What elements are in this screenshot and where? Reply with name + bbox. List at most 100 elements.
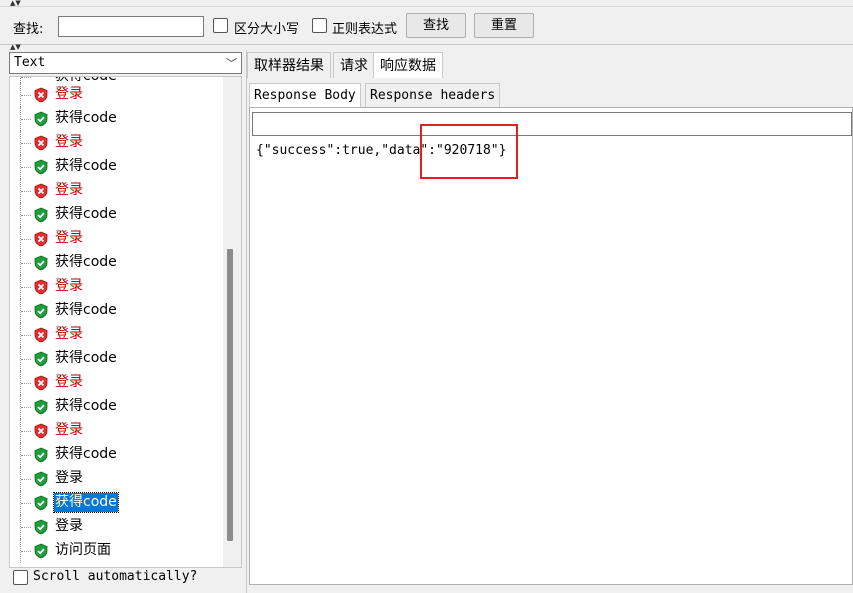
success-shield-icon [33, 207, 49, 223]
tree-connector [20, 395, 32, 419]
tree-item-label: 获得code [55, 254, 117, 270]
search-label: 查找: [13, 22, 44, 37]
tree-item[interactable]: 获得code [10, 491, 220, 515]
error-shield-icon [33, 423, 49, 439]
results-tree[interactable]: 获得code 登录 获得code 登录 获得code 登录 获得code 登录 获得code 登… [9, 76, 242, 568]
tree-item[interactable]: 登录 [10, 131, 220, 155]
success-shield-icon [33, 543, 49, 559]
renderer-select-value: Text [14, 55, 46, 70]
success-shield-icon [33, 495, 49, 511]
error-shield-icon [33, 279, 49, 295]
tree-connector [20, 491, 32, 515]
tree-connector [20, 203, 32, 227]
tree-item[interactable]: 获得code [10, 155, 220, 179]
top-divider: ▲▼ [0, 0, 853, 7]
tree-connector [20, 107, 32, 131]
tree-item-label: 获得code [55, 446, 117, 462]
tree-connector [20, 251, 32, 275]
tree-item-label: 登录 [55, 518, 83, 534]
tree-item[interactable]: 获得code [10, 251, 220, 275]
tree-connector [20, 419, 32, 443]
scroll-automatically-label: Scroll automatically? [33, 569, 198, 584]
success-shield-icon [33, 519, 49, 535]
chevron-down-icon[interactable]: ﹀ [226, 55, 237, 71]
tree-item[interactable]: 登录 [10, 227, 220, 251]
success-shield-icon [33, 447, 49, 463]
tree-connector [20, 83, 32, 107]
tree-connector [20, 131, 32, 155]
tree-item-label: 登录 [55, 326, 83, 342]
tree-scrollbar[interactable] [223, 77, 241, 567]
tree-item[interactable]: 登录 [10, 419, 220, 443]
tree-item[interactable]: 获得code [10, 443, 220, 467]
tree-item-label: 登录 [55, 182, 83, 198]
tab-response-body[interactable]: Response Body [249, 83, 361, 107]
error-shield-icon [33, 183, 49, 199]
tree-item[interactable]: 获得code [10, 395, 220, 419]
success-shield-icon [33, 399, 49, 415]
tree-connector [20, 539, 32, 563]
tree-item-label: 登录 [55, 470, 83, 486]
tab-response-headers[interactable]: Response headers [365, 83, 501, 107]
success-shield-icon [33, 303, 49, 319]
reset-button[interactable]: 重置 [474, 13, 534, 38]
response-body-panel: {"success":true,"data":"920718"} [249, 107, 853, 585]
tree-item[interactable]: 获得code [10, 203, 220, 227]
tab-sampler-result[interactable]: 取样器结果 [247, 52, 331, 78]
tree-item[interactable]: 登录 [10, 467, 220, 491]
tree-scrollbar-thumb[interactable] [227, 249, 233, 541]
response-search-input[interactable] [252, 112, 852, 136]
annotation-highlight-box [420, 124, 518, 179]
tree-connector [20, 275, 32, 299]
tree-item[interactable]: 访问页面 [10, 539, 220, 563]
tree-item[interactable]: 登录 [10, 515, 220, 539]
regex-label: 正则表达式 [332, 22, 398, 37]
tree-item-label: 登录 [55, 374, 83, 390]
success-shield-icon [33, 471, 49, 487]
tree-connector [20, 323, 32, 347]
tree-item[interactable]: 获得code [10, 347, 220, 371]
tab-request[interactable]: 请求 [333, 52, 375, 78]
results-tree-panel: Text ﹀ 获得code 登录 获得code 登录 获得code 登录 获得code 登录… [9, 50, 242, 593]
error-shield-icon [33, 375, 49, 391]
tree-connector [20, 179, 32, 203]
success-shield-icon [33, 255, 49, 271]
tree-item-label: 获得code [55, 158, 117, 174]
success-shield-icon [33, 159, 49, 175]
tree-item[interactable]: 登录 [10, 323, 220, 347]
tree-item[interactable]: 登录 [10, 371, 220, 395]
error-shield-icon [33, 87, 49, 103]
tree-connector [20, 371, 32, 395]
tree-item[interactable]: 获得code [10, 299, 220, 323]
tree-item-label: 获得code [55, 206, 117, 222]
renderer-select[interactable]: Text ﹀ [9, 52, 242, 74]
tree-item-label: 获得code [55, 302, 117, 318]
result-details-panel: 取样器结果 请求 响应数据 Response Body Response hea… [246, 50, 853, 593]
regex-checkbox[interactable] [312, 18, 327, 33]
case-sensitive-checkbox[interactable] [213, 18, 228, 33]
search-toolbar: 查找: 区分大小写 正则表达式 查找 重置 [0, 7, 853, 45]
collapse-grip-icon[interactable]: ▲▼ [10, 0, 21, 7]
tree-item-label: 登录 [55, 230, 83, 246]
tree-item-label: 登录 [55, 86, 83, 102]
tree-item[interactable]: 登录 [10, 83, 220, 107]
case-sensitive-label: 区分大小写 [234, 22, 300, 37]
search-input[interactable] [58, 16, 204, 37]
tree-item-label: 登录 [55, 278, 83, 294]
tree-connector [20, 515, 32, 539]
error-shield-icon [33, 135, 49, 151]
tree-item-label: 登录 [55, 422, 83, 438]
error-shield-icon [33, 327, 49, 343]
tab-response-data[interactable]: 响应数据 [373, 52, 443, 78]
tree-item[interactable]: 获得code [10, 107, 220, 131]
tree-item[interactable]: 登录 [10, 275, 220, 299]
error-shield-icon [33, 231, 49, 247]
tree-item-label: 获得code [53, 492, 119, 513]
tree-connector [20, 347, 32, 371]
tree-item-label: 登录 [55, 134, 83, 150]
tree-item[interactable]: 登录 [10, 179, 220, 203]
tree-item-label: 获得code [55, 398, 117, 414]
scroll-automatically-checkbox[interactable] [13, 570, 28, 585]
find-button[interactable]: 查找 [406, 13, 466, 38]
success-shield-icon [33, 351, 49, 367]
